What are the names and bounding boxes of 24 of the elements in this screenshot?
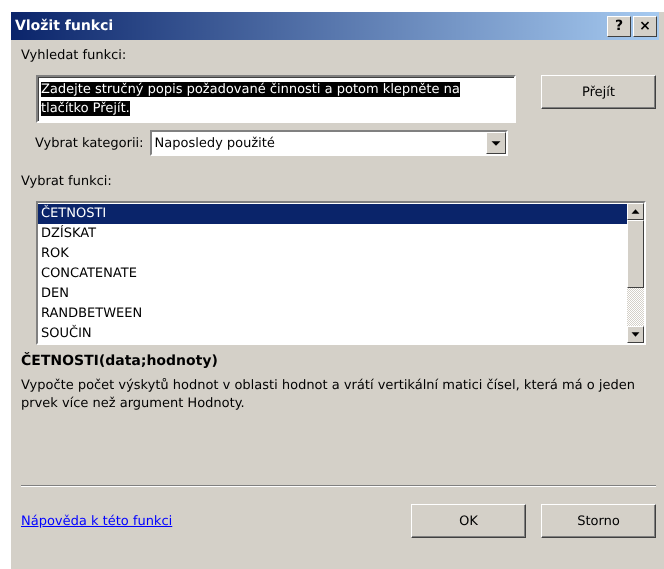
window-title: Vložit funkci — [15, 18, 114, 34]
category-dropdown[interactable]: Naposledy použité — [150, 130, 508, 156]
function-signature: ČETNOSTI(data;hodnoty) — [21, 353, 219, 369]
ok-button[interactable]: OK — [411, 504, 526, 538]
function-item[interactable]: DZÍSKAT — [38, 224, 627, 244]
function-description: Vypočte počet výskytů hodnot v oblasti hodnot a vrátí vertikální matici čísel, která má o jeden prvek více než argument Hodnoty. — [21, 377, 636, 413]
close-button[interactable]: × — [633, 16, 657, 36]
help-link[interactable]: Nápověda k této funkci — [21, 514, 172, 528]
search-label: Vyhledat funkci: — [21, 48, 128, 63]
function-list-label: Vybrat funkci: — [21, 174, 113, 189]
search-field[interactable]: Zadejte stručný popis požadované činnosti a potom klepněte na tlačítko Přejít. — [36, 75, 516, 123]
help-button[interactable]: ? — [607, 16, 631, 36]
function-item[interactable]: SOUČIN — [38, 324, 627, 344]
go-button[interactable]: Přejít — [541, 75, 656, 109]
cancel-button[interactable]: Storno — [541, 504, 656, 538]
scroll-up-icon[interactable] — [627, 203, 644, 220]
function-item[interactable]: ČETNOSTI — [38, 204, 627, 224]
function-item[interactable]: RANDBETWEEN — [38, 304, 627, 324]
function-item[interactable]: DEN — [38, 284, 627, 304]
function-item[interactable]: CONCATENATE — [38, 264, 627, 284]
scrollbar[interactable] — [627, 203, 644, 343]
scroll-down-icon[interactable] — [627, 326, 644, 343]
function-item[interactable]: ROK — [38, 244, 627, 264]
category-label: Vybrat kategorii: — [35, 136, 144, 150]
